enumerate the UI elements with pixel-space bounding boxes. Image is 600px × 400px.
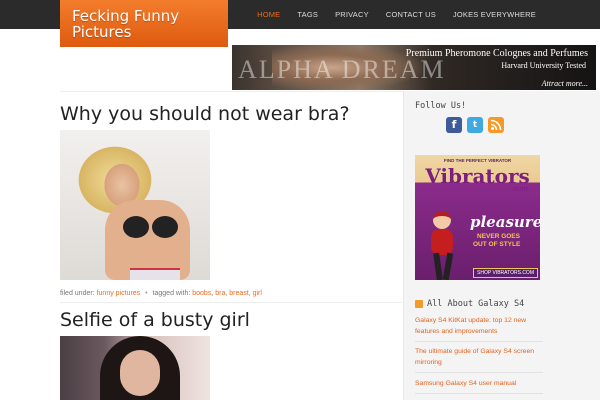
ad-pinup-illustration (421, 203, 466, 280)
main-nav: HOME TAGS PRIVACY CONTACT US JOKES EVERY… (240, 0, 600, 29)
category-link[interactable]: funny pictures (97, 290, 141, 297)
ad-headline: pleasure (470, 213, 540, 231)
image-detail (152, 216, 178, 238)
banner-wordmark: ALPHA DREAM (238, 55, 446, 84)
site-logo[interactable]: Fecking Funny Pictures (60, 0, 228, 47)
link-divider (415, 393, 543, 394)
site-title-line-1: Fecking Funny (72, 7, 180, 25)
post-title[interactable]: Why you should not wear bra? (60, 103, 350, 125)
banner-headline: Premium Pheromone Colognes and Perfumes (405, 48, 588, 59)
banner-ad[interactable]: ALPHA DREAM Premium Pheromone Colognes a… (232, 45, 596, 90)
content-divider (60, 91, 403, 92)
nav-home[interactable]: HOME (257, 10, 280, 19)
rss-icon (415, 300, 423, 308)
galaxy-s4-heading-text: All About Galaxy S4 (427, 299, 525, 309)
image-detail (433, 252, 443, 280)
image-detail (433, 211, 451, 229)
image-detail (130, 268, 180, 280)
tag-link[interactable]: bra (215, 290, 225, 297)
post-divider (60, 302, 403, 303)
nav-jokes-everywhere[interactable]: JOKES EVERYWHERE (453, 10, 536, 19)
tagged-with-label: tagged with: (152, 290, 191, 297)
ad-tagline-1: NEVER GOES (477, 233, 520, 240)
image-detail (431, 229, 453, 255)
ad-top-line: FIND THE PERFECT VIBRATOR (443, 158, 512, 163)
follow-us-heading: Follow Us! (415, 101, 467, 111)
nav-privacy[interactable]: PRIVACY (335, 10, 369, 19)
galaxy-s4-heading: All About Galaxy S4 (415, 299, 524, 309)
site-title-line-2: Pictures (72, 23, 132, 41)
filed-under-label: filed under: (60, 290, 95, 297)
rss-icon[interactable] (488, 117, 504, 133)
post-title[interactable]: Selfie of a busty girl (60, 309, 250, 331)
galaxy-s4-link[interactable]: Samsung Galaxy S4 user manual (415, 378, 543, 389)
twitter-icon[interactable]: t (467, 117, 483, 133)
banner-cta: Attract more... (541, 79, 588, 88)
link-divider (415, 341, 543, 342)
meta-separator: • (145, 290, 148, 297)
tag-link[interactable]: girl (253, 290, 262, 297)
image-detail (120, 350, 160, 396)
nav-tags[interactable]: TAGS (297, 10, 318, 19)
galaxy-s4-link[interactable]: The ultimate guide of Galaxy S4 screen m… (415, 346, 543, 368)
nav-contact-us[interactable]: CONTACT US (386, 10, 436, 19)
ad-tagline-2: OUT OF STYLE (473, 241, 521, 248)
ad-shop-button[interactable]: SHOP VIBRATORS.COM (473, 268, 538, 278)
post-meta: filed under: funny pictures • tagged wit… (60, 290, 262, 297)
image-detail (123, 216, 149, 238)
post-image[interactable] (60, 130, 210, 280)
facebook-icon[interactable]: f (446, 117, 462, 133)
post-image[interactable] (60, 336, 210, 400)
ad-dotcom: .com (511, 185, 528, 193)
link-divider (415, 372, 543, 373)
tag-link[interactable]: boobs (192, 290, 211, 297)
banner-subline: Harvard University Tested (501, 61, 586, 70)
image-detail (442, 252, 454, 280)
tag-link[interactable]: breast (229, 290, 248, 297)
galaxy-s4-link[interactable]: Galaxy S4 KitKat update: top 12 new feat… (415, 315, 543, 337)
sidebar-ad[interactable]: FIND THE PERFECT VIBRATOR Vibrators .com… (415, 155, 540, 280)
